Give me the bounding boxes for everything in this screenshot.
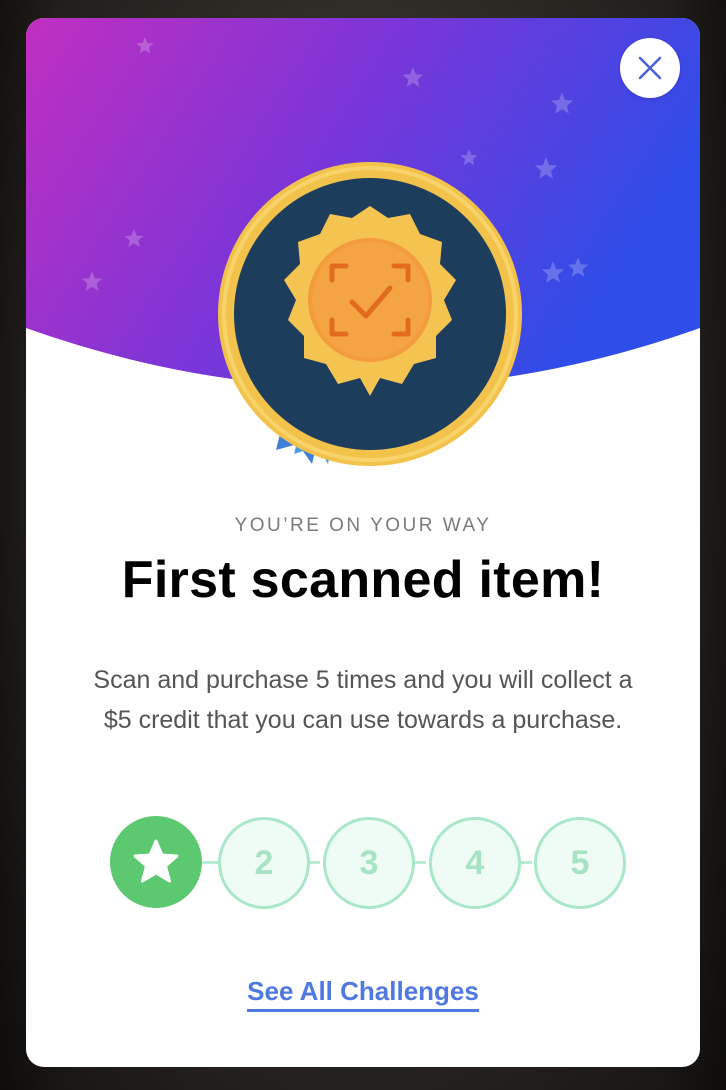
step-3: 3 xyxy=(323,817,415,909)
modal-description: Scan and purchase 5 times and you will c… xyxy=(93,666,633,734)
modal-title: First scanned item! xyxy=(121,551,605,609)
eyebrow-text: YOU’RE ON YOUR WAY xyxy=(234,515,492,536)
step-5: 5 xyxy=(534,817,626,909)
hero-banner xyxy=(26,18,700,466)
star-icon xyxy=(133,839,179,883)
step-2: 2 xyxy=(218,817,310,909)
close-button[interactable] xyxy=(620,38,680,98)
scan-badge-icon xyxy=(218,162,522,466)
step-4: 4 xyxy=(429,817,521,909)
see-all-container: See All Challenges xyxy=(26,976,700,1012)
see-all-challenges-link[interactable]: See All Challenges xyxy=(247,976,479,1012)
close-icon xyxy=(638,56,662,80)
step-connector xyxy=(202,861,218,864)
progress-stepper: 2 3 4 5 xyxy=(110,816,626,910)
achievement-modal: YOU’RE ON YOUR WAY First scanned item! S… xyxy=(26,18,700,1067)
step-1-completed xyxy=(110,816,202,908)
